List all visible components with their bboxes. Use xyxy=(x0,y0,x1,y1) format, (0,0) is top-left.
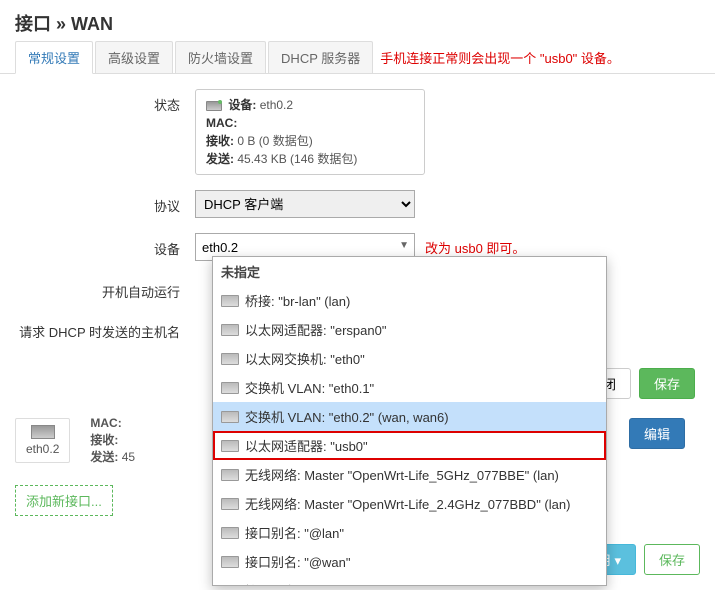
breadcrumb-sep: » xyxy=(51,14,71,34)
dropdown-item-label: 交换机 VLAN: "eth0.2" (wan, wan6) xyxy=(245,407,449,426)
device-icon xyxy=(221,353,239,365)
tab-bar: 常规设置 高级设置 防火墙设置 DHCP 服务器 手机连接正常则会出现一个 "u… xyxy=(0,41,715,74)
background-interface-card: eth0.2 xyxy=(15,418,70,463)
protocol-select[interactable]: DHCP 客户端 xyxy=(195,190,415,218)
bg-rx-label: 接收: xyxy=(90,433,118,447)
edit-button[interactable]: 编辑 xyxy=(629,418,685,449)
dropdown-item[interactable]: 桥接: "br-lan" (lan) xyxy=(213,286,606,315)
dropdown-item-label: 以太网交换机: "eth0" xyxy=(245,349,365,368)
tab-general[interactable]: 常规设置 xyxy=(15,41,93,74)
protocol-label: 协议 xyxy=(15,190,195,215)
dropdown-item[interactable]: 以太网适配器: "usb0" xyxy=(213,431,606,460)
nic-icon xyxy=(31,425,55,439)
status-device-value: eth0.2 xyxy=(260,98,293,112)
dropdown-item[interactable]: 以太网适配器: "erspan0" xyxy=(213,315,606,344)
bg-mac-label: MAC: xyxy=(90,416,121,430)
device-icon xyxy=(221,295,239,307)
tab-advanced[interactable]: 高级设置 xyxy=(95,41,173,73)
dropdown-item-label: 接口别名: "@wan6" xyxy=(245,581,358,586)
dropdown-item-label: 交换机 VLAN: "eth0.1" xyxy=(245,378,374,397)
dropdown-item[interactable]: 交换机 VLAN: "eth0.1" xyxy=(213,373,606,402)
background-stats: MAC: 接收: 发送: 45 xyxy=(90,415,135,465)
chevron-down-icon: ▾ xyxy=(614,553,621,568)
device-icon xyxy=(221,498,239,510)
breadcrumb: 接口 » WAN xyxy=(0,0,715,41)
tab-firewall[interactable]: 防火墙设置 xyxy=(175,41,266,73)
dropdown-item[interactable]: 交换机 VLAN: "eth0.2" (wan, wan6) xyxy=(213,402,606,431)
dropdown-item[interactable]: 无线网络: Master "OpenWrt-Life_5GHz_077BBE" … xyxy=(213,460,606,489)
dropdown-item-label: 接口别名: "@lan" xyxy=(245,523,344,542)
background-interface-row: eth0.2 MAC: 接收: 发送: 45 xyxy=(15,415,135,465)
bg-tx-partial: 45 xyxy=(122,450,135,464)
status-mac-label: MAC: xyxy=(206,116,237,130)
status-device-label: 设备: xyxy=(228,98,256,112)
device-label: 设备 xyxy=(15,233,195,258)
dropdown-item-label: 以太网适配器: "usb0" xyxy=(245,436,368,455)
dropdown-item-label: 以太网适配器: "erspan0" xyxy=(245,320,386,339)
device-icon xyxy=(221,411,239,423)
status-tx-value: 45.43 KB (146 数据包) xyxy=(237,152,357,166)
device-icon xyxy=(221,585,239,587)
status-box: 设备: eth0.2 MAC: 接收: 0 B (0 数据包) 发送: 45.4… xyxy=(195,89,425,175)
device-icon xyxy=(221,527,239,539)
save-button-2[interactable]: 保存 xyxy=(644,544,700,575)
device-icon xyxy=(221,556,239,568)
status-tx-label: 发送: xyxy=(206,152,234,166)
dropdown-item-label: 接口别名: "@wan" xyxy=(245,552,351,571)
save-button[interactable]: 保存 xyxy=(639,368,695,399)
status-rx-label: 接收: xyxy=(206,134,234,148)
dropdown-item[interactable]: 以太网交换机: "eth0" xyxy=(213,344,606,373)
device-icon xyxy=(221,324,239,336)
bg-tx-label: 发送: xyxy=(90,450,118,464)
autostart-label: 开机自动运行 xyxy=(15,276,195,301)
dropdown-item-label: 无线网络: Master "OpenWrt-Life_5GHz_077BBE" … xyxy=(245,465,559,484)
hostname-label: 请求 DHCP 时发送的主机名 xyxy=(15,316,195,341)
device-icon xyxy=(221,382,239,394)
dropdown-item[interactable]: 无线网络: Master "OpenWrt-Life_2.4GHz_077BBD… xyxy=(213,489,606,518)
breadcrumb-part1: 接口 xyxy=(15,14,51,34)
background-interface-name: eth0.2 xyxy=(26,442,59,456)
breadcrumb-part2: WAN xyxy=(71,14,113,34)
tab-dhcp[interactable]: DHCP 服务器 xyxy=(268,41,373,73)
annotation-usb0-hint: 手机连接正常则会出现一个 "usb0" 设备。 xyxy=(380,48,620,67)
nic-icon xyxy=(206,101,222,111)
dropdown-item-label: 桥接: "br-lan" (lan) xyxy=(245,291,350,310)
dropdown-item[interactable]: 接口别名: "@lan" xyxy=(213,518,606,547)
device-dropdown[interactable]: 未指定 桥接: "br-lan" (lan) 以太网适配器: "erspan0" 以… xyxy=(212,256,607,586)
dropdown-item[interactable]: 接口别名: "@wan6" xyxy=(213,576,606,586)
dropdown-item-label: 无线网络: Master "OpenWrt-Life_2.4GHz_077BBD… xyxy=(245,494,570,513)
status-rx-value: 0 B (0 数据包) xyxy=(237,134,312,148)
dropdown-header: 未指定 xyxy=(213,257,606,286)
dropdown-item[interactable]: 接口别名: "@wan" xyxy=(213,547,606,576)
add-interface-button[interactable]: 添加新接口... xyxy=(15,485,113,516)
device-icon xyxy=(221,469,239,481)
device-icon xyxy=(221,440,239,452)
status-label: 状态 xyxy=(15,89,195,114)
